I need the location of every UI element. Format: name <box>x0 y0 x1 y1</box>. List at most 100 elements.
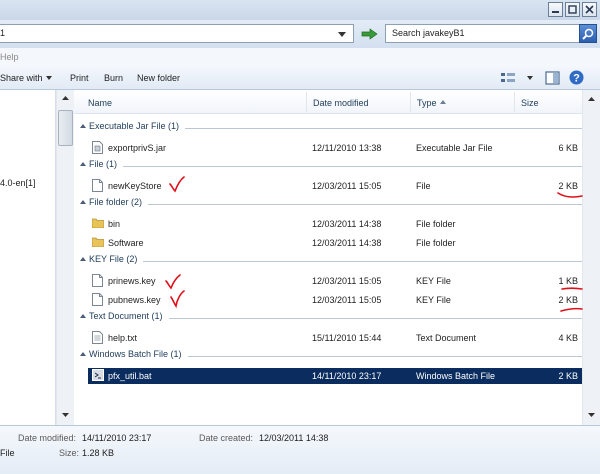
chevron-down-icon[interactable] <box>46 76 52 80</box>
nav-scroll-thumb[interactable] <box>58 110 73 146</box>
file-type: File <box>416 181 431 191</box>
file-type: Windows Batch File <box>416 371 496 381</box>
close-button[interactable] <box>582 2 597 17</box>
file-type-value: File <box>0 448 15 458</box>
date-modified-label: Date modified: <box>18 433 77 443</box>
file-list: Name Date modified Type Size Executable … <box>74 90 600 425</box>
file-type: File folder <box>416 238 456 248</box>
view-options-icon[interactable] <box>500 71 516 84</box>
arrow-up-icon <box>62 95 69 100</box>
collapse-group-icon[interactable] <box>80 124 86 128</box>
collapse-group-icon[interactable] <box>80 162 86 166</box>
file-name: prinews.key <box>108 276 156 286</box>
search-text: Search javakeyB1 <box>392 28 465 38</box>
file-date-modified: 15/11/2010 15:44 <box>312 333 382 343</box>
address-path: 1 <box>0 28 6 38</box>
group-header[interactable]: Executable Jar File (1) <box>74 120 600 134</box>
menu-help[interactable]: Help <box>0 52 19 62</box>
jar-file-icon <box>92 141 103 156</box>
file-row[interactable]: help.txt 15/11/2010 15:44 Text Document 4 K… <box>88 330 592 346</box>
group-header[interactable]: Windows Batch File (1) <box>74 348 600 362</box>
blank-file-icon <box>92 179 103 194</box>
scroll-down-arrow[interactable] <box>57 408 74 421</box>
maximize-icon <box>568 5 577 14</box>
file-name: Software <box>108 238 144 248</box>
column-size-label: Size <box>521 98 539 108</box>
search-button[interactable] <box>579 24 597 43</box>
column-size[interactable]: Size <box>515 92 579 112</box>
group-divider <box>143 261 592 262</box>
file-row[interactable]: bin 12/03/2011 14:38 File folder <box>88 216 592 232</box>
address-field[interactable]: 1 <box>0 24 354 43</box>
go-button[interactable] <box>359 26 381 41</box>
chevron-down-icon[interactable] <box>338 32 346 37</box>
file-row[interactable]: prinews.key 12/03/2011 15:05 KEY File 1 KB <box>88 273 592 289</box>
group-title: KEY File (2) <box>89 254 138 264</box>
file-date-modified: 12/11/2010 13:38 <box>312 143 382 153</box>
file-row[interactable]: Software 12/03/2011 14:38 File folder <box>88 235 592 251</box>
help-icon[interactable]: ? <box>569 70 584 85</box>
details-pane: Date modified: 14/11/2010 23:17 Date cre… <box>0 425 600 474</box>
share-with-button[interactable]: Share with <box>0 73 43 83</box>
column-name[interactable]: Name <box>74 92 307 112</box>
scroll-up-arrow[interactable] <box>57 91 74 104</box>
nav-scrollbar[interactable] <box>56 90 74 425</box>
arrow-down-icon <box>62 412 69 417</box>
size-label: Size: <box>59 448 80 458</box>
file-size: 4 KB <box>558 333 578 343</box>
print-button[interactable]: Print <box>70 73 89 83</box>
maximize-button[interactable] <box>565 2 580 17</box>
group-title: Text Document (1) <box>89 311 163 321</box>
file-size: 2 KB <box>558 371 578 381</box>
column-header-row: Name Date modified Type Size <box>74 90 600 114</box>
svg-text:?: ? <box>573 73 580 85</box>
batch-file-icon <box>92 369 104 383</box>
file-name: pfx_util.bat <box>108 371 152 381</box>
scroll-down-arrow[interactable] <box>583 408 600 421</box>
file-row[interactable]: exportprivS.jar 12/11/2010 13:38 Executabl… <box>88 140 592 156</box>
collapse-group-icon[interactable] <box>80 257 86 261</box>
scroll-up-arrow[interactable] <box>583 92 600 105</box>
file-name: pubnews.key <box>108 295 161 305</box>
group-header[interactable]: File folder (2) <box>74 196 600 210</box>
minimize-button[interactable] <box>548 2 563 17</box>
file-date-modified: 12/03/2011 14:38 <box>312 219 382 229</box>
minimize-icon <box>552 11 559 13</box>
file-date-modified: 12/03/2011 15:05 <box>312 181 382 191</box>
preview-pane-icon[interactable] <box>545 71 560 85</box>
file-row[interactable]: newKeyStore 12/03/2011 15:05 File 2 KB <box>88 178 592 194</box>
column-type[interactable]: Type <box>411 92 515 112</box>
file-size: 2 KB <box>558 181 578 191</box>
chevron-down-icon[interactable] <box>527 76 533 80</box>
group-header[interactable]: File (1) <box>74 158 600 172</box>
group-title: Executable Jar File (1) <box>89 121 180 131</box>
group-header[interactable]: KEY File (2) <box>74 253 600 267</box>
folder-icon <box>91 236 105 249</box>
file-name: newKeyStore <box>108 181 162 191</box>
title-bar <box>0 0 600 20</box>
collapse-group-icon[interactable] <box>80 352 86 356</box>
collapse-group-icon[interactable] <box>80 314 86 318</box>
burn-button[interactable]: Burn <box>104 73 123 83</box>
date-modified-value: 14/11/2010 23:17 <box>82 433 152 443</box>
go-arrow-icon <box>361 27 378 40</box>
text-file-icon <box>92 331 103 346</box>
file-type: KEY File <box>416 295 451 305</box>
group-divider <box>168 318 592 319</box>
group-header[interactable]: Text Document (1) <box>74 310 600 324</box>
arrow-down-icon <box>588 412 595 417</box>
file-type: File folder <box>416 219 456 229</box>
group-divider <box>148 204 592 205</box>
new-folder-button[interactable]: New folder <box>137 73 180 83</box>
file-row[interactable]: pubnews.key 12/03/2011 15:05 KEY File 2 KB <box>88 292 592 308</box>
file-list-scrollbar[interactable] <box>582 90 600 425</box>
nav-tree-item[interactable]: 4.0-en[1] <box>0 178 36 188</box>
column-date-modified[interactable]: Date modified <box>307 92 411 112</box>
close-icon <box>585 5 594 14</box>
search-input[interactable]: Search javakeyB1 <box>385 24 581 43</box>
blank-file-icon <box>92 274 103 289</box>
date-created-value: 12/03/2011 14:38 <box>259 433 329 443</box>
file-row[interactable]: pfx_util.bat 14/11/2010 23:17 Windows Batc… <box>88 368 592 384</box>
collapse-group-icon[interactable] <box>80 200 86 204</box>
group-divider <box>187 356 592 357</box>
